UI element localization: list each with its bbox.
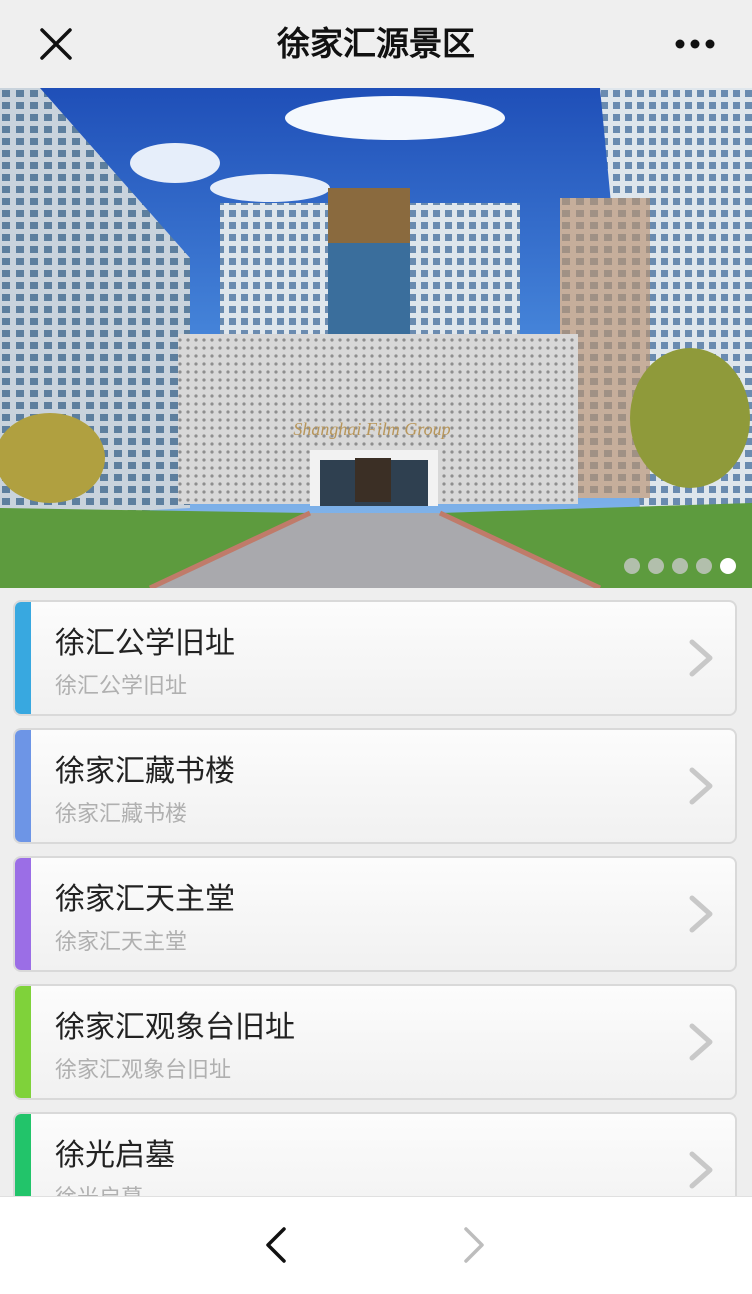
item-title: 徐光启墓 (55, 1138, 175, 1173)
carousel-dot[interactable] (648, 558, 664, 574)
spot-list: 徐汇公学旧址 徐汇公学旧址 徐家汇藏书楼 徐家汇藏书楼 徐家汇天主堂 徐家汇天主… (0, 588, 752, 1196)
chevron-right-icon[interactable] (456, 1225, 492, 1265)
accent-bar (15, 858, 31, 970)
svg-text:Shanghai Film Group: Shanghai Film Group (293, 419, 450, 439)
page-title: 徐家汇源景区 (277, 24, 475, 63)
item-title: 徐家汇天主堂 (55, 882, 235, 917)
chevron-right-icon (689, 895, 713, 933)
item-title: 徐汇公学旧址 (55, 626, 235, 661)
carousel-dot-active[interactable] (720, 558, 736, 574)
chevron-right-icon (689, 639, 713, 677)
item-subtitle: 徐光启墓 (55, 1180, 143, 1196)
chevron-right-icon (689, 767, 713, 805)
accent-bar (15, 602, 31, 714)
list-item[interactable]: 徐汇公学旧址 徐汇公学旧址 (13, 600, 737, 716)
item-title: 徐家汇藏书楼 (55, 754, 235, 789)
accent-bar (15, 730, 31, 842)
building-photo: Shanghai Film Group (0, 88, 752, 588)
item-subtitle: 徐汇公学旧址 (55, 674, 188, 699)
item-subtitle: 徐家汇天主堂 (55, 930, 188, 955)
bottom-nav-bar (0, 1196, 752, 1294)
carousel-dot[interactable] (624, 558, 640, 574)
chevron-right-icon (689, 1023, 713, 1061)
chevron-right-icon (689, 1151, 713, 1189)
list-item[interactable]: 徐光启墓 徐光启墓 (13, 1112, 737, 1196)
banner-carousel[interactable]: Shanghai Film Group (0, 88, 752, 588)
item-subtitle: 徐家汇观象台旧址 (55, 1058, 232, 1083)
carousel-indicators (624, 558, 736, 574)
title-bar: 徐家汇源景区 (0, 0, 752, 88)
item-title: 徐家汇观象台旧址 (55, 1010, 295, 1045)
carousel-dot[interactable] (672, 558, 688, 574)
accent-bar (15, 1114, 31, 1196)
chevron-left-icon[interactable] (258, 1225, 294, 1265)
more-icon[interactable] (670, 28, 720, 60)
accent-bar (15, 986, 31, 1098)
list-item[interactable]: 徐家汇藏书楼 徐家汇藏书楼 (13, 728, 737, 844)
item-subtitle: 徐家汇藏书楼 (55, 802, 188, 827)
list-item[interactable]: 徐家汇观象台旧址 徐家汇观象台旧址 (13, 984, 737, 1100)
list-item[interactable]: 徐家汇天主堂 徐家汇天主堂 (13, 856, 737, 972)
carousel-dot[interactable] (696, 558, 712, 574)
